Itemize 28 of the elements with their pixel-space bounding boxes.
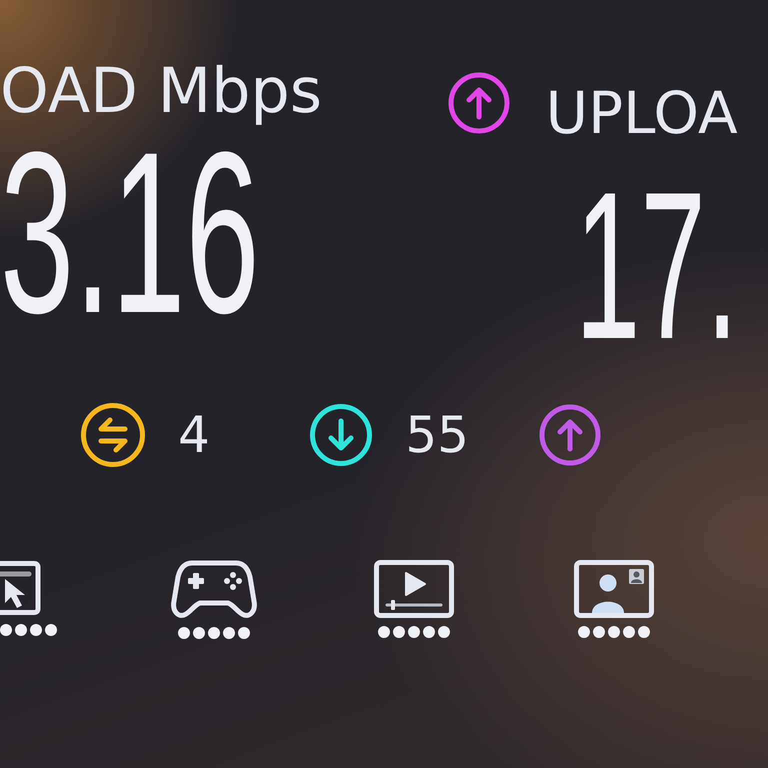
rating-dot bbox=[30, 624, 42, 636]
download-speed-value: 3.16 bbox=[0, 141, 260, 325]
rating-dot bbox=[193, 627, 205, 639]
latency-value: 55 bbox=[405, 410, 469, 460]
rating-dot bbox=[608, 626, 620, 638]
rating-dot bbox=[593, 626, 605, 638]
rating-dot bbox=[45, 624, 57, 636]
rating-dot bbox=[15, 624, 27, 636]
video-player-icon bbox=[374, 560, 454, 618]
rating-dot bbox=[423, 626, 435, 638]
rating-dot bbox=[208, 627, 220, 639]
rating-dot bbox=[178, 627, 190, 639]
rating-dot bbox=[623, 626, 635, 638]
gamepad-icon bbox=[169, 560, 259, 619]
latency-value: 4 bbox=[178, 410, 210, 460]
rating-dot bbox=[438, 626, 450, 638]
cursor-window-icon bbox=[0, 560, 41, 616]
rating-dot bbox=[578, 626, 590, 638]
rating-dot bbox=[638, 626, 650, 638]
upload-label: UPLOA bbox=[546, 84, 738, 142]
rating-dot bbox=[393, 626, 405, 638]
rating-dot bbox=[238, 627, 250, 639]
rating-dot bbox=[0, 624, 12, 636]
rating-dot bbox=[378, 626, 390, 638]
upload-speed-value: 17. bbox=[574, 182, 738, 350]
rating-dot bbox=[408, 626, 420, 638]
rating-dot bbox=[223, 627, 235, 639]
video-call-icon bbox=[574, 560, 654, 618]
